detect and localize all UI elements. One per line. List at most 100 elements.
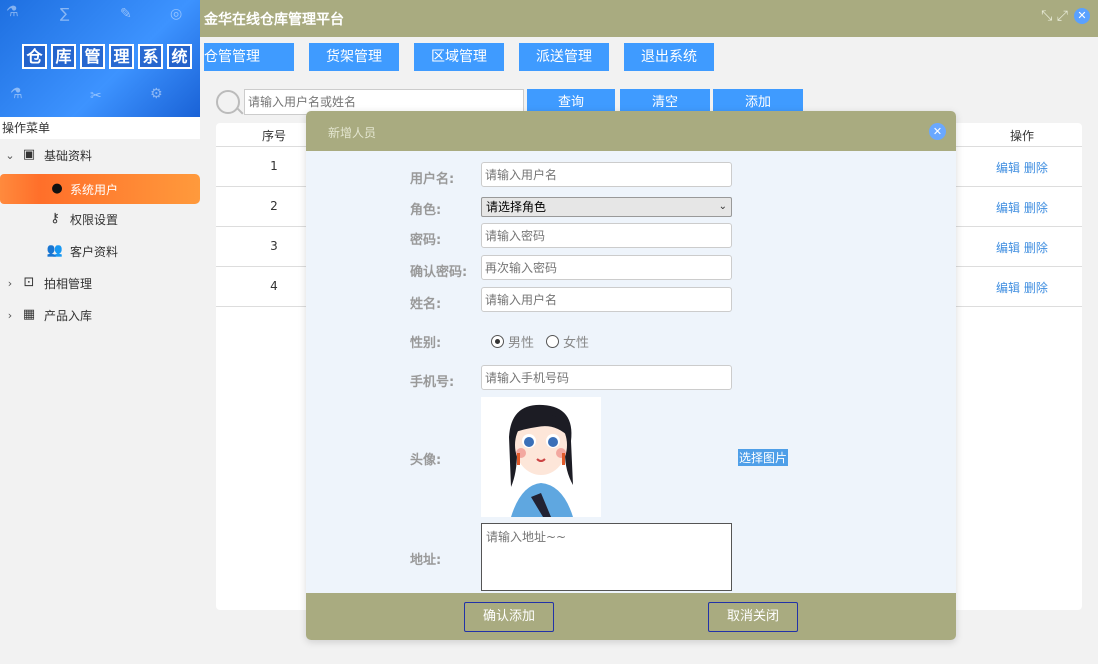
sidebar-item-basic-data[interactable]: ⌄ ▣ 基础资料 xyxy=(0,141,92,169)
delete-link[interactable]: 删除 xyxy=(1024,281,1048,295)
avatar-label: 头像: xyxy=(410,453,442,468)
gender-male-label: 男性 xyxy=(508,336,535,351)
logo-char: 管 xyxy=(80,44,105,69)
name-input[interactable] xyxy=(481,287,732,312)
phone-label: 手机号: xyxy=(410,375,455,390)
delete-link[interactable]: 删除 xyxy=(1024,161,1048,175)
grid-icon: ▦ xyxy=(22,307,36,322)
username-input[interactable] xyxy=(481,162,732,187)
edit-link[interactable]: 编辑 xyxy=(996,241,1020,255)
column-header-no: 序号 xyxy=(261,129,286,143)
row-no: 4 xyxy=(270,279,278,293)
user-key-icon: ⚷ xyxy=(50,211,60,226)
app-logo: ⚗ ∑ ✎ ◎ ⚗ ✂ ⚙ 仓 库 管 理 系 统 xyxy=(0,0,200,117)
dialog-body: 用户名: 角色: 请选择角色 ⌄ 密码: 确认密码: 姓名: 性别: 男性 女性… xyxy=(306,151,956,591)
chevron-right-icon: › xyxy=(7,276,13,290)
phone-input[interactable] xyxy=(481,365,732,390)
confirm-add-button[interactable]: 确认添加 xyxy=(464,602,554,632)
sidebar-item-label: 权限设置 xyxy=(70,212,119,227)
address-textarea[interactable] xyxy=(481,523,732,591)
confirm-password-label: 确认密码: xyxy=(410,265,468,280)
decoration-icon: ✂ xyxy=(90,88,102,104)
decoration-icon: ⚗ xyxy=(6,4,19,20)
nav-area-button[interactable]: 区域管理 xyxy=(414,43,504,71)
row-no: 3 xyxy=(270,239,278,253)
role-select-value: 请选择角色 xyxy=(486,200,547,214)
decoration-icon: ⚙ xyxy=(150,86,163,102)
logo-char: 库 xyxy=(51,44,76,69)
edit-link[interactable]: 编辑 xyxy=(996,201,1020,215)
add-user-dialog: 新增人员 ✕ 用户名: 角色: 请选择角色 ⌄ 密码: 确认密码: 姓名: 性别… xyxy=(306,111,956,640)
chevron-right-icon: › xyxy=(7,308,13,322)
row-no: 1 xyxy=(270,159,278,173)
address-label: 地址: xyxy=(410,553,442,568)
dialog-title: 新增人员 xyxy=(328,126,377,140)
logo-char: 系 xyxy=(138,44,163,69)
active-indicator xyxy=(0,174,40,204)
search-icon xyxy=(216,90,240,114)
sidebar-item-label: 客户资料 xyxy=(70,244,119,259)
logo-char: 理 xyxy=(109,44,134,69)
close-icon[interactable]: ✕ xyxy=(1074,8,1090,24)
delete-link[interactable]: 删除 xyxy=(1024,201,1048,215)
row-actions: 编辑 删除 xyxy=(996,239,1048,256)
avatar-preview xyxy=(481,397,601,517)
chevron-down-icon: ⌄ xyxy=(5,148,15,162)
logo-char: 仓 xyxy=(22,44,47,69)
sidebar-item-label: 系统用户 xyxy=(70,183,119,197)
sidebar-item-product-inbound[interactable]: › ▦ 产品入库 xyxy=(0,301,92,329)
confirm-password-input[interactable] xyxy=(481,255,732,280)
chevron-down-icon: ⌄ xyxy=(718,201,727,212)
window-controls: ⤡ ⤢ ✕ xyxy=(1041,8,1090,24)
sidebar-item-label: 拍相管理 xyxy=(44,276,93,291)
top-bar: 金华在线仓库管理平台 ⤡ ⤢ ✕ xyxy=(200,0,1098,37)
gender-female-radio[interactable]: 女性 xyxy=(546,332,589,351)
gender-label: 性别: xyxy=(410,336,442,351)
radio-unchecked-icon xyxy=(546,335,559,348)
user-icon: ● xyxy=(51,181,63,196)
decoration-icon: ✎ xyxy=(120,6,132,22)
portrait-icon: ⊡ xyxy=(23,275,35,290)
decoration-icon: ⚗ xyxy=(10,86,23,102)
archive-icon: ▣ xyxy=(22,147,36,162)
fullscreen-icon[interactable]: ⤡ ⤢ xyxy=(1041,8,1068,24)
sidebar-item-photo-manage[interactable]: › ⊡ 拍相管理 xyxy=(0,269,92,297)
edit-link[interactable]: 编辑 xyxy=(996,161,1020,175)
row-actions: 编辑 删除 xyxy=(996,159,1048,176)
radio-checked-icon xyxy=(491,335,504,348)
sidebar-item-permissions[interactable]: ⚷ 权限设置 xyxy=(0,205,118,233)
role-select[interactable]: 请选择角色 ⌄ xyxy=(481,197,732,217)
row-actions: 编辑 删除 xyxy=(996,279,1048,296)
menu-header: 操作菜单 xyxy=(0,117,200,139)
decoration-icon: ◎ xyxy=(170,6,183,22)
logo-title: 仓 库 管 理 系 统 xyxy=(22,44,192,72)
avatar-illustration xyxy=(481,397,601,517)
dialog-close-icon[interactable]: ✕ xyxy=(929,123,946,140)
nav-delivery-button[interactable]: 派送管理 xyxy=(519,43,609,71)
password-label: 密码: xyxy=(410,233,442,248)
nav-warehouse-button[interactable]: 仓管管理 xyxy=(204,43,294,71)
password-input[interactable] xyxy=(481,223,732,248)
gender-female-label: 女性 xyxy=(563,336,590,351)
edit-link[interactable]: 编辑 xyxy=(996,281,1020,295)
gender-male-radio[interactable]: 男性 xyxy=(491,332,534,351)
sidebar: 操作菜单 ⌄ ▣ 基础资料 ● 系统用户 ⚷ 权限设置 👥 客户资料 › ⊡ 拍… xyxy=(0,117,200,664)
sidebar-item-label: 产品入库 xyxy=(44,308,93,323)
app-title: 金华在线仓库管理平台 xyxy=(204,12,344,28)
sidebar-item-system-users[interactable]: ● 系统用户 xyxy=(0,174,200,204)
choose-image-button[interactable]: 选择图片 xyxy=(738,449,789,466)
users-icon: 👥 xyxy=(46,243,64,258)
delete-link[interactable]: 删除 xyxy=(1024,241,1048,255)
row-actions: 编辑 删除 xyxy=(996,199,1048,216)
cancel-close-button[interactable]: 取消关闭 xyxy=(708,602,798,632)
row-no: 2 xyxy=(270,199,278,213)
dialog-header: 新增人员 ✕ xyxy=(306,111,956,151)
nav-shelf-button[interactable]: 货架管理 xyxy=(309,43,399,71)
sidebar-item-label: 基础资料 xyxy=(44,148,93,163)
sidebar-item-customers[interactable]: 👥 客户资料 xyxy=(0,237,118,265)
logo-char: 统 xyxy=(167,44,192,69)
role-label: 角色: xyxy=(410,203,442,218)
dialog-footer: 确认添加 取消关闭 xyxy=(306,593,956,640)
nav-logout-button[interactable]: 退出系统 xyxy=(624,43,714,71)
username-label: 用户名: xyxy=(410,172,455,187)
